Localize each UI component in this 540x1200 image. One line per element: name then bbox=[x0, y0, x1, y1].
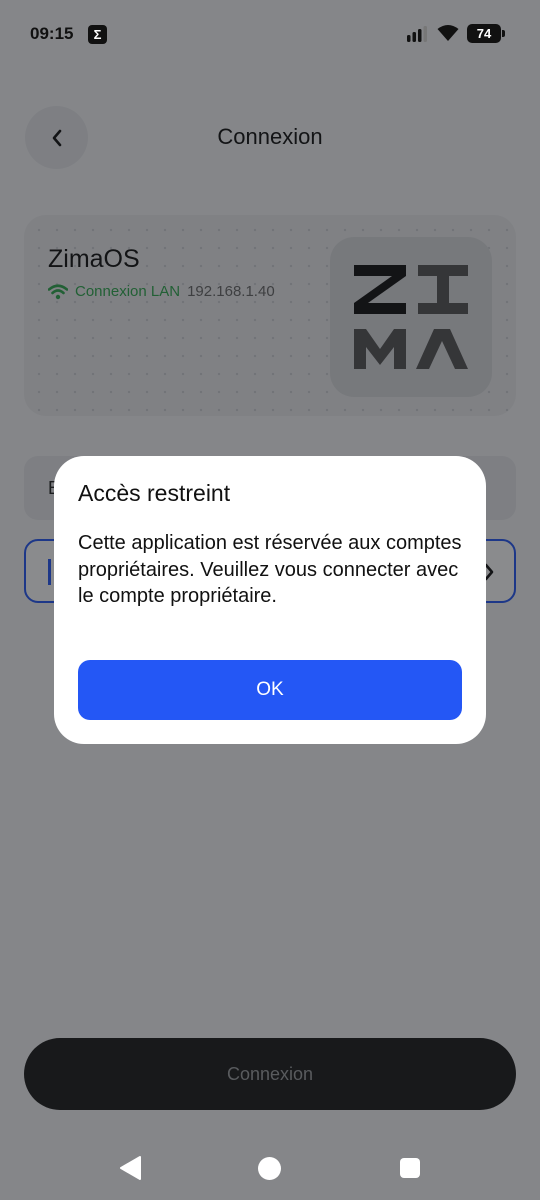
status-bar: 09:15 Σ 74 bbox=[0, 0, 540, 68]
restricted-access-dialog: Accès restreint Cette application est ré… bbox=[54, 456, 486, 744]
nav-back-icon[interactable] bbox=[118, 1155, 142, 1181]
nav-recents-icon[interactable] bbox=[400, 1158, 420, 1178]
status-time: 09:15 bbox=[30, 24, 74, 43]
battery-indicator: 74 bbox=[467, 24, 505, 43]
signal-icon bbox=[407, 26, 427, 42]
ok-button[interactable]: OK bbox=[78, 660, 462, 720]
sigma-icon: Σ bbox=[88, 25, 107, 44]
dialog-message: Cette application est réservée aux compt… bbox=[78, 532, 462, 607]
nav-home-icon[interactable] bbox=[258, 1157, 281, 1180]
navigation-bar bbox=[0, 1130, 540, 1200]
wifi-status-icon bbox=[437, 25, 459, 41]
dialog-title: Accès restreint bbox=[78, 480, 231, 506]
